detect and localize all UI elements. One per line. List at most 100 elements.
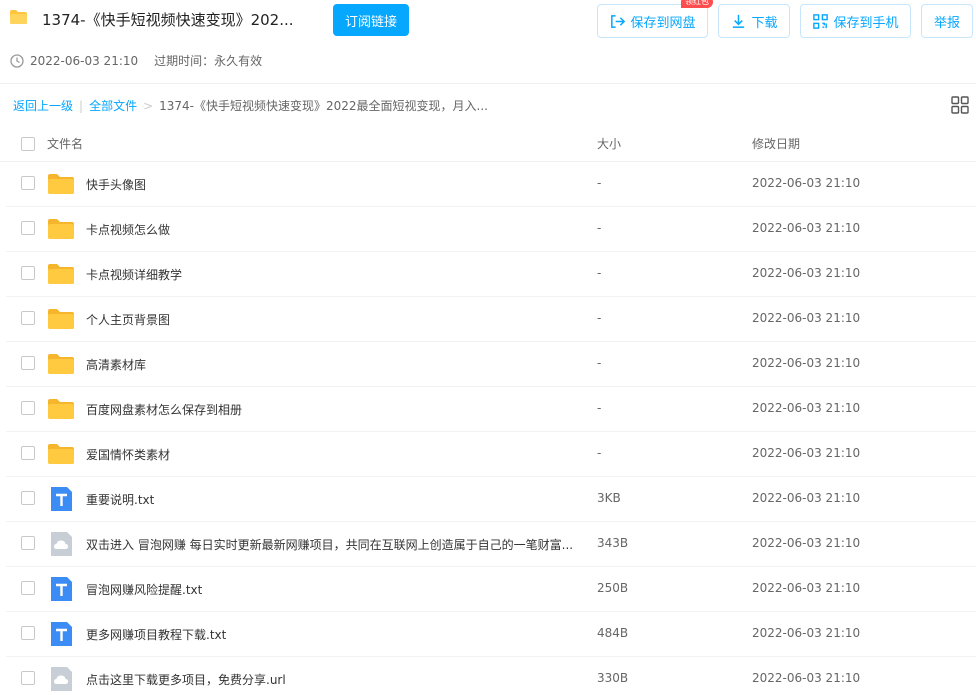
file-size: 330B: [597, 671, 629, 685]
file-date: 2022-06-03 21:10: [752, 581, 861, 595]
file-name[interactable]: 卡点视频详细教学: [86, 266, 182, 283]
select-all-checkbox[interactable]: [21, 137, 35, 151]
txt-file-icon: [51, 622, 72, 646]
file-row[interactable]: 冒泡网赚风险提醒.txt 250B 2022-06-03 21:10: [6, 567, 976, 612]
row-checkbox[interactable]: [21, 626, 35, 640]
file-name[interactable]: 快手头像图: [86, 176, 146, 193]
file-date: 2022-06-03 21:10: [752, 626, 861, 640]
breadcrumb-arrow: >: [143, 98, 154, 113]
file-name[interactable]: 爱国情怀类素材: [86, 446, 170, 463]
file-row[interactable]: 卡点视频怎么做 - 2022-06-03 21:10: [6, 207, 976, 252]
column-date[interactable]: 修改日期: [752, 135, 800, 152]
file-row[interactable]: 个人主页背景图 - 2022-06-03 21:10: [6, 297, 976, 342]
file-table-header: 文件名 大小 修改日期: [0, 124, 976, 162]
folder-icon: [48, 264, 74, 284]
back-link[interactable]: 返回上一级: [13, 97, 73, 114]
file-name[interactable]: 冒泡网赚风险提醒.txt: [86, 581, 202, 598]
breadcrumb: 返回上一级 | 全部文件 > 1374-《快手短视频快速变现》2022最全面短视…: [13, 97, 488, 114]
file-name[interactable]: 高清素材库: [86, 356, 146, 373]
download-icon: [733, 14, 745, 28]
folder-icon: [10, 10, 27, 24]
report-button[interactable]: 举报: [921, 4, 973, 38]
row-checkbox[interactable]: [21, 401, 35, 415]
file-row[interactable]: 爱国情怀类素材 - 2022-06-03 21:10: [6, 432, 976, 477]
txt-file-icon: [51, 487, 72, 511]
file-row[interactable]: 双击进入 冒泡网赚 每日实时更新最新网赚项目，共同在互联网上创造属于自己的一笔财…: [6, 522, 976, 567]
column-size[interactable]: 大小: [597, 135, 621, 152]
file-size: -: [597, 176, 602, 190]
folder-icon: [48, 309, 74, 329]
file-size: -: [597, 446, 602, 460]
row-checkbox[interactable]: [21, 266, 35, 280]
column-name[interactable]: 文件名: [47, 135, 83, 152]
file-date: 2022-06-03 21:10: [752, 401, 861, 415]
file-name[interactable]: 点击这里下载更多项目，免费分享.url: [86, 671, 286, 688]
file-size: -: [597, 401, 602, 415]
grid-view-icon[interactable]: [951, 96, 969, 114]
share-header: 1374-《快手短视频快速变现》202... 订阅链接 保存到网盘 领红包 下载…: [0, 0, 976, 84]
file-row[interactable]: 高清素材库 - 2022-06-03 21:10: [6, 342, 976, 387]
file-row[interactable]: 百度网盘素材怎么保存到相册 - 2022-06-03 21:10: [6, 387, 976, 432]
file-size: 3KB: [597, 491, 621, 505]
share-title: 1374-《快手短视频快速变现》202...: [42, 11, 294, 29]
row-checkbox[interactable]: [21, 536, 35, 550]
download-button[interactable]: 下载: [718, 4, 790, 38]
url-file-icon: [51, 667, 72, 691]
file-date: 2022-06-03 21:10: [752, 536, 861, 550]
share-meta: 2022-06-03 21:10 过期时间：永久有效: [10, 52, 262, 69]
row-checkbox[interactable]: [21, 671, 35, 685]
file-name[interactable]: 百度网盘素材怎么保存到相册: [86, 401, 242, 418]
qrcode-icon: [813, 13, 829, 29]
file-name[interactable]: 重要说明.txt: [86, 491, 154, 508]
file-size: -: [597, 266, 602, 280]
subscribe-link-button[interactable]: 订阅链接: [333, 4, 409, 36]
save-to-netdisk-button[interactable]: 保存到网盘: [597, 4, 708, 38]
file-size: -: [597, 356, 602, 370]
breadcrumb-separator: |: [79, 98, 84, 113]
folder-icon: [48, 174, 74, 194]
row-checkbox[interactable]: [21, 311, 35, 325]
file-size: 343B: [597, 536, 629, 550]
save-to-phone-label: 保存到手机: [833, 15, 899, 31]
txt-file-icon: [51, 577, 72, 601]
clock-icon: [10, 53, 24, 68]
url-file-icon: [51, 532, 72, 556]
folder-icon: [48, 354, 74, 374]
file-date: 2022-06-03 21:10: [752, 671, 861, 685]
share-expire-time: 过期时间：永久有效: [154, 54, 263, 68]
file-date: 2022-06-03 21:10: [752, 491, 861, 505]
row-checkbox[interactable]: [21, 491, 35, 505]
file-row[interactable]: 快手头像图 - 2022-06-03 21:10: [6, 162, 976, 207]
row-checkbox[interactable]: [21, 221, 35, 235]
save-to-disk-icon: [611, 14, 626, 28]
file-name[interactable]: 个人主页背景图: [86, 311, 170, 328]
file-date: 2022-06-03 21:10: [752, 176, 861, 190]
file-row[interactable]: 重要说明.txt 3KB 2022-06-03 21:10: [6, 477, 976, 522]
folder-icon: [48, 399, 74, 419]
share-created-time: 2022-06-03 21:10: [30, 53, 139, 68]
save-to-phone-button[interactable]: 保存到手机: [800, 4, 911, 38]
file-date: 2022-06-03 21:10: [752, 266, 861, 280]
row-checkbox[interactable]: [21, 176, 35, 190]
all-files-link[interactable]: 全部文件: [89, 97, 137, 114]
file-name[interactable]: 更多网赚项目教程下载.txt: [86, 626, 226, 643]
file-date: 2022-06-03 21:10: [752, 356, 861, 370]
folder-icon: [48, 219, 74, 239]
folder-icon: [48, 444, 74, 464]
file-row[interactable]: 卡点视频详细教学 - 2022-06-03 21:10: [6, 252, 976, 297]
file-date: 2022-06-03 21:10: [752, 221, 861, 235]
file-list: 快手头像图 - 2022-06-03 21:10 卡点视频怎么做 - 2022-06-03…: [0, 162, 976, 695]
breadcrumb-current: 1374-《快手短视频快速变现》2022最全面短视变现，月入...: [159, 99, 488, 113]
file-row[interactable]: 点击这里下载更多项目，免费分享.url 330B 2022-06-03 21:10: [6, 657, 976, 695]
file-row[interactable]: 更多网赚项目教程下载.txt 484B 2022-06-03 21:10: [6, 612, 976, 657]
file-size: 250B: [597, 581, 629, 595]
download-label: 下载: [751, 15, 778, 31]
file-name[interactable]: 卡点视频怎么做: [86, 221, 170, 238]
row-checkbox[interactable]: [21, 446, 35, 460]
save-to-netdisk-label: 保存到网盘: [630, 15, 696, 31]
row-checkbox[interactable]: [21, 356, 35, 370]
file-date: 2022-06-03 21:10: [752, 311, 861, 325]
row-checkbox[interactable]: [21, 581, 35, 595]
file-date: 2022-06-03 21:10: [752, 446, 861, 460]
file-name[interactable]: 双击进入 冒泡网赚 每日实时更新最新网赚项目，共同在互联网上创造属于自己的一笔财…: [86, 536, 573, 553]
